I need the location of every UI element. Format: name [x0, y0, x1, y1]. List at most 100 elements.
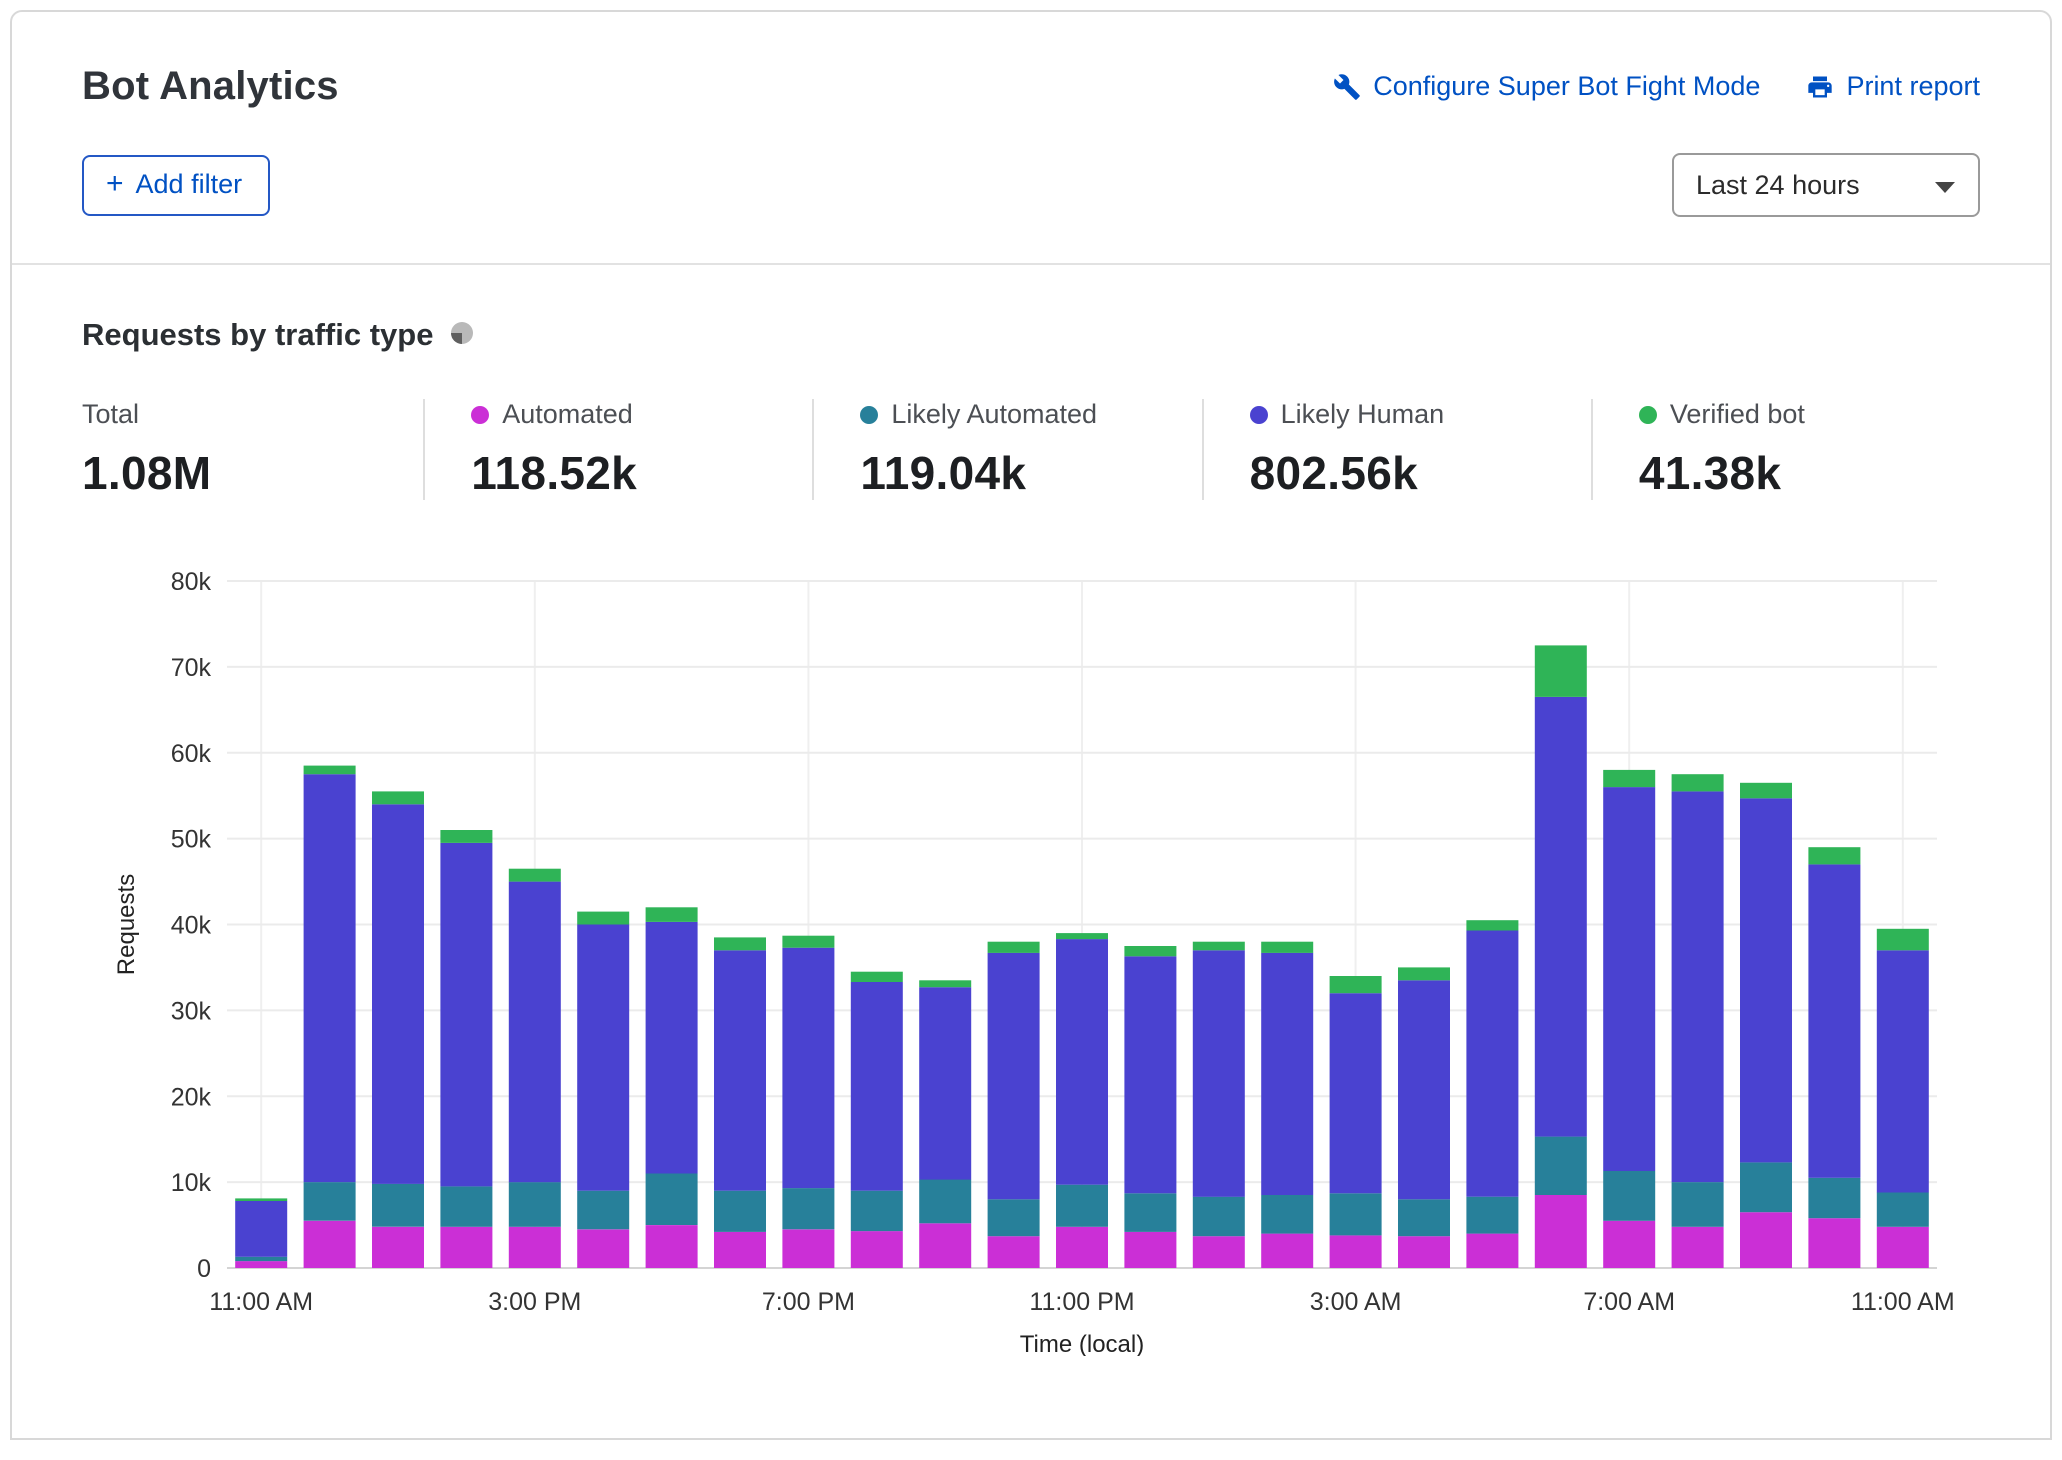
x-tick-label: 3:00 AM: [1310, 1288, 1402, 1316]
configure-super-bot-fight-mode-link[interactable]: Configure Super Bot Fight Mode: [1333, 71, 1760, 102]
stat-automated: Automated 118.52k: [423, 399, 812, 500]
bar-segment: [1603, 1221, 1655, 1268]
y-tick-label: 50k: [171, 826, 212, 854]
bar-segment: [1877, 950, 1929, 1192]
bar-segment: [782, 1229, 834, 1268]
bar-segment: [1877, 1192, 1929, 1226]
bot-analytics-card: Bot Analytics Configure Super Bot Fight …: [10, 10, 2052, 1440]
bar-segment: [235, 1261, 287, 1268]
card-header: Bot Analytics Configure Super Bot Fight …: [12, 12, 2050, 263]
bar-segment: [1808, 847, 1860, 864]
bar-segment: [1808, 864, 1860, 1177]
bar-segment: [919, 987, 971, 1179]
bar-segment: [1466, 931, 1518, 1197]
stat-likely-human: Likely Human 802.56k: [1202, 399, 1591, 500]
bar-segment: [372, 804, 424, 1184]
bar-segment: [1124, 946, 1176, 956]
bar-segment: [440, 1186, 492, 1226]
bar-segment: [1124, 1232, 1176, 1268]
bar-segment: [372, 1227, 424, 1268]
bar-segment: [304, 1182, 356, 1221]
bar-segment: [577, 925, 629, 1191]
bar-segment: [988, 1236, 1040, 1268]
bar-segment: [1603, 787, 1655, 1171]
configure-link-label: Configure Super Bot Fight Mode: [1373, 71, 1760, 102]
y-tick-label: 10k: [171, 1169, 212, 1197]
bar-segment: [1740, 798, 1792, 1162]
section-title: Requests by traffic type: [82, 317, 433, 353]
bar-segment: [782, 948, 834, 1188]
bar-segment: [1330, 1193, 1382, 1235]
bar-segment: [1672, 1182, 1724, 1227]
bar-segment: [1466, 920, 1518, 930]
bar-segment: [1603, 1171, 1655, 1221]
bar-segment: [577, 1191, 629, 1230]
bar-segment: [304, 1221, 356, 1268]
bar-segment: [714, 1191, 766, 1232]
bar-segment: [509, 1182, 561, 1227]
print-report-link[interactable]: Print report: [1806, 71, 1980, 102]
stat-verified-bot: Verified bot 41.38k: [1591, 399, 1980, 500]
x-axis-title: Time (local): [1020, 1331, 1144, 1356]
stat-label: Automated: [502, 399, 633, 430]
bar-segment: [577, 1229, 629, 1268]
add-filter-button[interactable]: + Add filter: [82, 155, 270, 216]
bar-segment: [1672, 774, 1724, 791]
y-tick-label: 60k: [171, 740, 212, 768]
y-tick-label: 70k: [171, 654, 212, 682]
time-range-select[interactable]: Last 24 hours: [1672, 153, 1980, 217]
bar-segment: [1672, 1227, 1724, 1268]
stat-label: Likely Automated: [891, 399, 1097, 430]
bar-segment: [1740, 1162, 1792, 1212]
stacked-bar-chart: 010k20k30k40k50k60k70k80k11:00 AM3:00 PM…: [82, 556, 1982, 1356]
bar-segment: [1330, 993, 1382, 1193]
bar-segment: [1603, 770, 1655, 787]
bar-segment: [1124, 956, 1176, 1193]
bar-segment: [304, 766, 356, 775]
x-tick-label: 11:00 AM: [209, 1288, 313, 1316]
y-axis-title: Requests: [113, 874, 140, 975]
bar-segment: [372, 1184, 424, 1227]
bar-segment: [1808, 1178, 1860, 1218]
bar-segment: [304, 774, 356, 1182]
bar-segment: [1535, 645, 1587, 697]
stat-label: Total: [82, 399, 139, 430]
bar-segment: [1398, 1199, 1450, 1236]
stat-value: 118.52k: [471, 446, 812, 500]
bar-segment: [1330, 976, 1382, 993]
bar-segment: [1535, 1195, 1587, 1268]
bar-segment: [1535, 1137, 1587, 1195]
bar-segment: [782, 1188, 834, 1229]
bar-segment: [646, 1225, 698, 1268]
bar-segment: [1124, 1193, 1176, 1232]
bar-segment: [1466, 1197, 1518, 1234]
bar-segment: [851, 1231, 903, 1268]
bar-segment: [577, 912, 629, 925]
bar-segment: [440, 1227, 492, 1268]
stat-value: 119.04k: [860, 446, 1201, 500]
bar-segment: [235, 1201, 287, 1257]
stat-label: Likely Human: [1281, 399, 1445, 430]
y-tick-label: 20k: [171, 1083, 212, 1111]
wrench-icon: [1333, 73, 1361, 101]
bar-segment: [919, 1180, 971, 1224]
bar-segment: [714, 1232, 766, 1268]
bar-segment: [919, 980, 971, 987]
bar-segment: [235, 1198, 287, 1201]
x-tick-label: 7:00 AM: [1583, 1288, 1675, 1316]
plus-icon: +: [106, 169, 124, 199]
time-range-value: Last 24 hours: [1696, 170, 1860, 201]
print-link-label: Print report: [1846, 71, 1980, 102]
requests-by-traffic-type-chart: 010k20k30k40k50k60k70k80k11:00 AM3:00 PM…: [82, 556, 1980, 1361]
bar-segment: [235, 1257, 287, 1261]
bar-segment: [1535, 697, 1587, 1137]
x-tick-label: 11:00 AM: [1851, 1288, 1955, 1316]
bar-segment: [714, 950, 766, 1190]
printer-icon: [1806, 73, 1834, 101]
y-tick-label: 80k: [171, 568, 212, 596]
bar-segment: [1261, 953, 1313, 1195]
bar-segment: [1056, 939, 1108, 1185]
bar-segment: [1193, 950, 1245, 1197]
bar-segment: [440, 843, 492, 1187]
bar-segment: [851, 972, 903, 982]
